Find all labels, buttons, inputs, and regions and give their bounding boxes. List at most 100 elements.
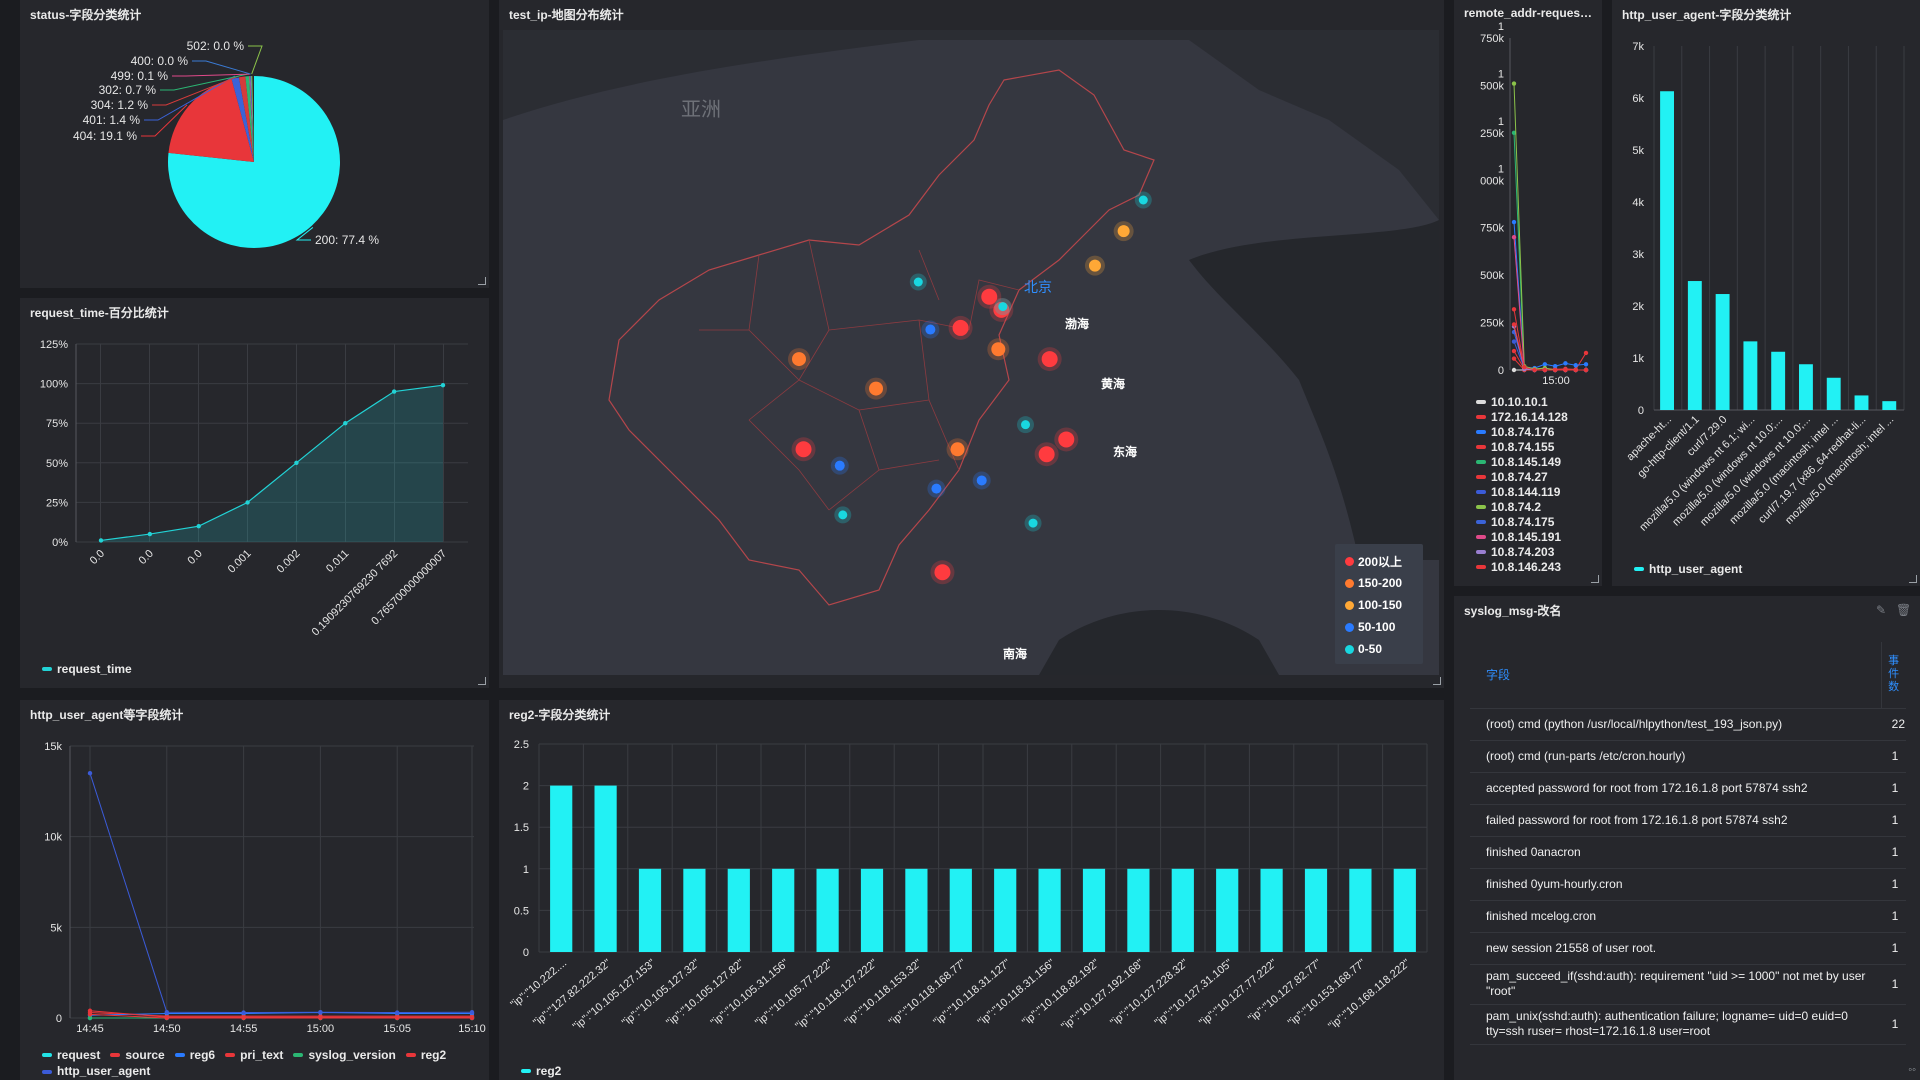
data-point[interactable] bbox=[318, 1009, 323, 1015]
legend-item[interactable]: 10.8.145.149 bbox=[1476, 454, 1568, 469]
data-point[interactable] bbox=[87, 771, 93, 776]
bar[interactable] bbox=[1171, 868, 1194, 952]
legend-item[interactable]: reg2 bbox=[405, 1048, 446, 1063]
data-point[interactable] bbox=[1542, 362, 1548, 367]
bar[interactable] bbox=[905, 868, 928, 952]
table-row[interactable]: accepted password for root from 172.16.1… bbox=[1470, 772, 1906, 805]
table-row[interactable]: failed password for root from 172.16.1.8… bbox=[1470, 804, 1906, 837]
data-point[interactable] bbox=[440, 382, 446, 388]
map-legend-item[interactable]: 200以上 bbox=[1345, 550, 1423, 572]
map-point[interactable] bbox=[1138, 195, 1148, 205]
bar[interactable] bbox=[1854, 395, 1869, 410]
china-map[interactable]: 亚洲北京渤海黄海东海南海 bbox=[499, 0, 1444, 688]
data-point[interactable] bbox=[1583, 362, 1589, 367]
data-point[interactable] bbox=[164, 1009, 169, 1015]
legend-item[interactable]: http_user_agent bbox=[42, 1064, 150, 1079]
map-point[interactable] bbox=[1041, 351, 1058, 368]
map-point[interactable] bbox=[1021, 420, 1030, 430]
bar[interactable] bbox=[1082, 868, 1106, 952]
data-point[interactable] bbox=[1552, 367, 1558, 373]
map-point[interactable] bbox=[950, 442, 965, 457]
bar[interactable] bbox=[1216, 868, 1239, 952]
legend-item[interactable]: 10.8.146.243 bbox=[1476, 559, 1568, 574]
bar[interactable] bbox=[1799, 364, 1813, 410]
map-point[interactable] bbox=[838, 510, 848, 520]
table-row[interactable]: finished 0anacron 1 bbox=[1470, 836, 1906, 869]
legend-item[interactable]: 10.8.144.119 bbox=[1476, 484, 1568, 499]
legend-item[interactable]: pri_text bbox=[225, 1048, 283, 1063]
resize-handle[interactable] bbox=[478, 677, 486, 685]
table-row[interactable]: finished 0yum-hourly.cron 1 bbox=[1470, 868, 1906, 901]
data-point[interactable] bbox=[395, 1010, 400, 1015]
legend-item[interactable]: 10.10.10.1 bbox=[1476, 394, 1568, 409]
map-point[interactable] bbox=[834, 460, 845, 471]
trash-icon[interactable]: 🗑 bbox=[1896, 604, 1911, 616]
resize-handle[interactable] bbox=[478, 277, 486, 285]
map-point[interactable] bbox=[976, 475, 987, 486]
data-point[interactable] bbox=[1511, 235, 1517, 240]
bar[interactable] bbox=[1127, 868, 1150, 952]
data-point[interactable] bbox=[1563, 367, 1568, 373]
bar[interactable] bbox=[550, 785, 573, 952]
table-row[interactable]: pam_unix(sshd:auth): authentication fail… bbox=[1470, 1004, 1906, 1045]
data-point[interactable] bbox=[147, 531, 153, 537]
data-point[interactable] bbox=[1511, 322, 1517, 327]
map-point[interactable] bbox=[869, 381, 884, 396]
map-point[interactable] bbox=[925, 324, 936, 335]
map-point[interactable] bbox=[998, 302, 1008, 312]
data-point[interactable] bbox=[318, 1015, 323, 1021]
legend-item[interactable]: syslog_version bbox=[293, 1048, 396, 1063]
resize-handle[interactable] bbox=[1591, 575, 1599, 583]
data-point[interactable] bbox=[1522, 364, 1527, 370]
bar[interactable] bbox=[994, 868, 1017, 952]
data-point[interactable] bbox=[241, 1015, 246, 1021]
data-point[interactable] bbox=[343, 421, 348, 426]
data-point[interactable] bbox=[1542, 367, 1548, 373]
legend-item[interactable]: http_user_agent bbox=[1634, 562, 1742, 576]
map-point[interactable] bbox=[913, 277, 923, 287]
bar[interactable] bbox=[1038, 868, 1061, 952]
map-point[interactable] bbox=[1088, 259, 1101, 272]
data-point[interactable] bbox=[1583, 350, 1589, 356]
bar[interactable] bbox=[594, 785, 617, 952]
table-row[interactable]: new session 21558 of user root. 1 bbox=[1470, 932, 1906, 965]
legend-item[interactable]: reg6 bbox=[174, 1048, 215, 1063]
legend-item[interactable]: request_time bbox=[42, 662, 132, 676]
map-point[interactable] bbox=[795, 441, 812, 458]
data-point[interactable] bbox=[87, 1012, 93, 1017]
bar[interactable] bbox=[1826, 377, 1841, 410]
map-point[interactable] bbox=[792, 352, 806, 367]
data-point[interactable] bbox=[241, 1010, 246, 1015]
legend-item[interactable]: 172.16.14.128 bbox=[1476, 409, 1568, 424]
data-point[interactable] bbox=[164, 1015, 169, 1021]
data-point[interactable] bbox=[1511, 367, 1517, 373]
bar[interactable] bbox=[1715, 294, 1730, 410]
legend-item[interactable]: request bbox=[42, 1048, 100, 1063]
map-legend-item[interactable]: 150-200 bbox=[1345, 572, 1423, 594]
table-row[interactable]: (root) cmd (python /usr/local/hlpython/t… bbox=[1470, 708, 1906, 741]
table-row[interactable]: pam_succeed_if(sshd:auth): requirement "… bbox=[1470, 964, 1906, 1005]
bar[interactable] bbox=[638, 868, 662, 952]
table-row[interactable]: (root) cmd (run-parts /etc/cron.hourly) 1 bbox=[1470, 740, 1906, 773]
data-point[interactable] bbox=[1511, 219, 1517, 225]
legend-item[interactable]: 10.8.74.203 bbox=[1476, 544, 1568, 559]
legend-item[interactable]: 10.8.74.2 bbox=[1476, 499, 1568, 514]
map-point[interactable] bbox=[1117, 225, 1130, 238]
data-point[interactable] bbox=[395, 1015, 400, 1021]
bar[interactable] bbox=[1660, 91, 1674, 411]
bar[interactable] bbox=[1393, 868, 1416, 952]
legend-item[interactable]: 10.8.74.155 bbox=[1476, 439, 1568, 454]
map-point[interactable] bbox=[991, 342, 1006, 357]
data-point[interactable] bbox=[469, 1015, 475, 1021]
data-point[interactable] bbox=[1511, 348, 1517, 354]
legend-item[interactable]: 10.8.145.191 bbox=[1476, 529, 1568, 544]
legend-item[interactable]: 10.8.74.175 bbox=[1476, 514, 1568, 529]
map-point[interactable] bbox=[952, 319, 969, 336]
edit-icon[interactable]: ✎ bbox=[1876, 604, 1888, 616]
bar[interactable] bbox=[860, 868, 884, 952]
bar[interactable] bbox=[727, 868, 750, 952]
legend-item[interactable]: source bbox=[110, 1048, 165, 1063]
resize-handle[interactable] bbox=[1909, 575, 1917, 583]
scroll-indicator-icon[interactable]: ◦◦ bbox=[1908, 1064, 1916, 1076]
bar[interactable] bbox=[1882, 401, 1897, 410]
